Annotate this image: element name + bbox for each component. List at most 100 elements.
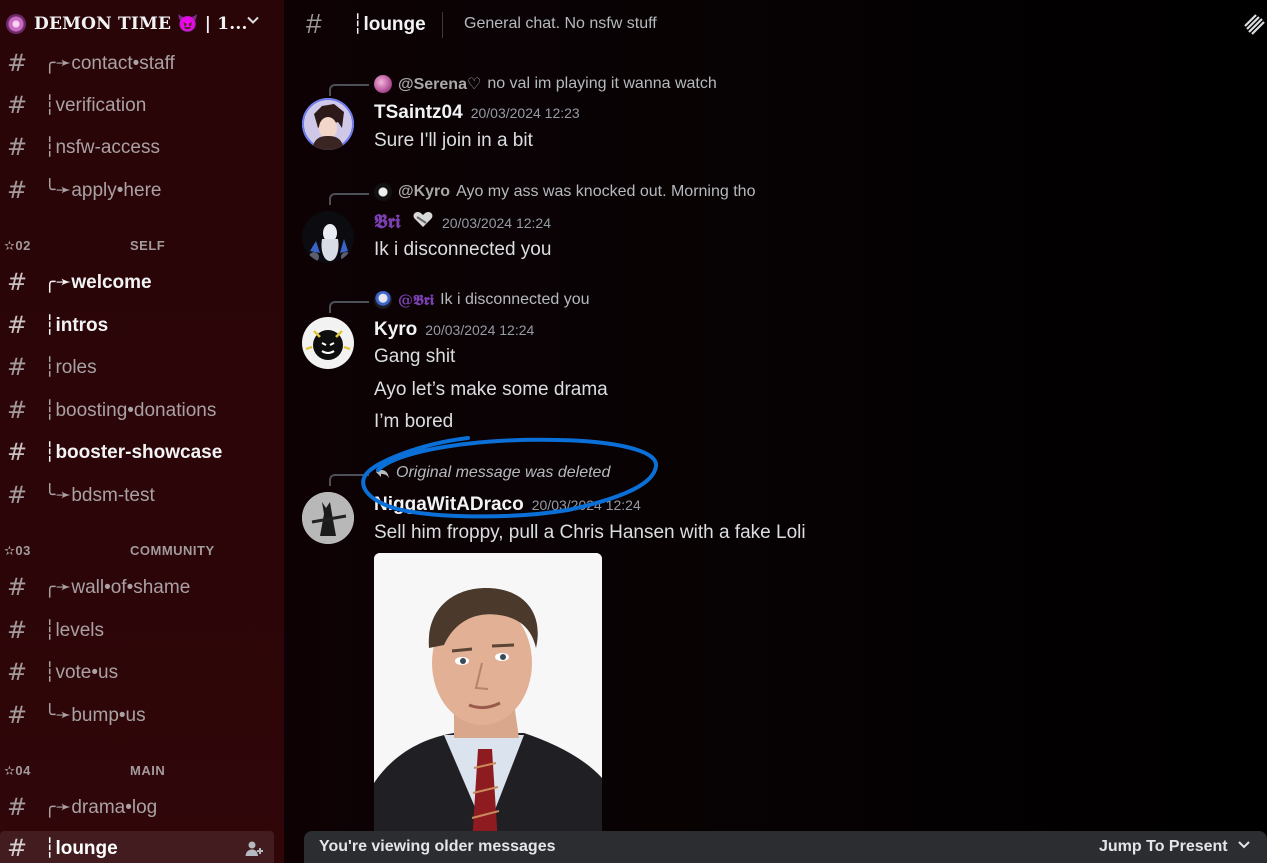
- channel-bdsm-test[interactable]: # ╰➛bdsm-test: [0, 478, 274, 512]
- channel-welcome[interactable]: # ╭➛welcome: [0, 265, 274, 299]
- channel-label: ╰➛apply•here: [44, 179, 162, 201]
- channel-levels[interactable]: # ┆levels: [0, 613, 274, 647]
- hash-icon: #: [6, 658, 28, 686]
- hash-icon: #: [6, 616, 28, 644]
- channel-label: ╭➛welcome: [44, 271, 152, 293]
- hash-icon: #: [6, 793, 28, 821]
- channel-label: ╰➛bdsm-test: [44, 484, 155, 506]
- message-content: Ik i disconnected you: [374, 239, 552, 260]
- channel-drama-log[interactable]: # ╭➛drama•log: [0, 790, 274, 824]
- avatar[interactable]: [302, 211, 354, 263]
- channel-label: ┆boosting•donations: [44, 399, 217, 421]
- channel-label: ┆booster-showcase: [44, 441, 223, 463]
- author-name[interactable]: Kyro: [374, 319, 417, 340]
- older-messages-bar[interactable]: You're viewing older messages Jump To Pr…: [304, 831, 1267, 863]
- hash-icon: #: [6, 701, 28, 729]
- chevron-down-icon[interactable]: [1236, 836, 1252, 857]
- hash-icon: #: [6, 353, 28, 381]
- reply-text: Ayo my ass was knocked out. Morning tho: [456, 183, 756, 200]
- reply-connector: [329, 301, 369, 313]
- category-title: MAIN: [130, 763, 166, 778]
- author-name[interactable]: 𝕭𝖗𝖎: [374, 211, 401, 233]
- category-title: SELF: [130, 238, 166, 253]
- channel-boosting-donations[interactable]: # ┆boosting•donations: [0, 393, 274, 427]
- message-content: Sure I'll join in a bit: [374, 130, 533, 151]
- channel-label: ┆verification: [44, 94, 147, 116]
- hash-icon: #: [6, 91, 28, 119]
- server-header[interactable]: DEMON TIME 😈 | 1...: [0, 0, 284, 48]
- reply-avatar: [374, 183, 392, 201]
- message-content: Gang shit: [374, 346, 456, 367]
- channel-nsfw-access[interactable]: # ┆nsfw-access: [0, 130, 274, 164]
- annotation-circle: [361, 436, 658, 519]
- add-member-icon[interactable]: [244, 839, 264, 859]
- message-content: Ayo let’s make some drama: [374, 379, 608, 400]
- hash-icon: #: [6, 49, 28, 77]
- reply-username[interactable]: @Serena♡: [398, 74, 481, 94]
- channel-label: ┆roles: [44, 356, 97, 378]
- channel-label: ╭➛drama•log: [44, 796, 158, 818]
- hash-icon: #: [6, 133, 28, 161]
- header-divider: [442, 12, 443, 38]
- channel-apply-here[interactable]: # ╰➛apply•here: [0, 173, 274, 207]
- category-self[interactable]: ✫02 SELF: [0, 236, 284, 256]
- reply-reference[interactable]: @Serena♡ no val im playing it wanna watc…: [374, 74, 717, 94]
- channel-contact-staff[interactable]: # ╭➛contact•staff: [0, 46, 274, 80]
- channel-header: # ┆lounge General chat. No nsfw stuff: [284, 0, 1267, 48]
- message-timestamp: 20/03/2024 12:23: [470, 105, 580, 121]
- channel-roles[interactable]: # ┆roles: [0, 350, 274, 384]
- message-author[interactable]: 𝕭𝖗𝖎 20/03/2024 12:24: [374, 211, 551, 235]
- reply-username[interactable]: @Kyro: [398, 183, 450, 201]
- channel-label: ┆nsfw-access: [44, 136, 160, 158]
- category-community[interactable]: ✫03 COMMUNITY: [0, 541, 284, 561]
- channel-wall-of-shame[interactable]: # ╭➛wall•of•shame: [0, 570, 274, 604]
- channel-lounge[interactable]: # ┆lounge: [0, 831, 274, 863]
- jump-to-present-button[interactable]: Jump To Present: [1099, 838, 1228, 856]
- channel-label: ┆vote•us: [44, 661, 119, 683]
- category-main[interactable]: ✫04 MAIN: [0, 761, 284, 781]
- avatar[interactable]: [302, 492, 354, 544]
- avatar[interactable]: [302, 317, 354, 369]
- channel-label: ┆intros: [44, 314, 109, 336]
- channel-topic[interactable]: General chat. No nsfw stuff: [464, 15, 657, 33]
- message-content: I’m bored: [374, 411, 454, 432]
- channel-verification[interactable]: # ┆verification: [0, 88, 274, 122]
- channel-bump-us[interactable]: # ╰➛bump•us: [0, 698, 274, 732]
- message-author[interactable]: Kyro 20/03/2024 12:24: [374, 319, 534, 341]
- reply-connector: [329, 84, 369, 96]
- hash-icon: #: [6, 311, 28, 339]
- hash-icon: #: [6, 834, 28, 862]
- reply-text: no val im playing it wanna watch: [487, 75, 717, 92]
- hash-icon: #: [6, 176, 28, 204]
- threads-icon[interactable]: [1242, 12, 1266, 36]
- avatar[interactable]: [302, 98, 354, 150]
- hash-icon: #: [6, 573, 28, 601]
- author-name[interactable]: TSaintz04: [374, 102, 463, 123]
- older-messages-text: You're viewing older messages: [319, 838, 556, 855]
- image-attachment[interactable]: [374, 553, 602, 843]
- message-timestamp: 20/03/2024 12:24: [441, 215, 551, 232]
- channel-label: ┆levels: [44, 619, 105, 641]
- channel-sidebar: DEMON TIME 😈 | 1... # ╭➛contact•staff # …: [0, 0, 284, 863]
- reply-reference[interactable]: @Kyro Ayo my ass was knocked out. Mornin…: [374, 183, 755, 201]
- server-icon: [6, 14, 26, 34]
- reply-avatar: [374, 291, 392, 309]
- hash-icon: #: [6, 268, 28, 296]
- reply-reference[interactable]: @𝕭𝖗𝖎 Ik i disconnected you: [374, 291, 590, 309]
- channel-label: ┆lounge: [44, 837, 118, 859]
- channel-label: ╭➛wall•of•shame: [44, 576, 191, 598]
- message-author[interactable]: TSaintz04 20/03/2024 12:23: [374, 102, 580, 124]
- heart-badge-icon: [412, 211, 434, 235]
- reply-text: Ik i disconnected you: [440, 291, 590, 308]
- reply-username[interactable]: @𝕭𝖗𝖎: [398, 291, 434, 309]
- hash-icon: #: [306, 8, 322, 39]
- channel-intros[interactable]: # ┆intros: [0, 308, 274, 342]
- channel-label: ╰➛bump•us: [44, 704, 146, 726]
- channel-booster-showcase[interactable]: # ┆booster-showcase: [0, 435, 274, 469]
- channel-label: ╭➛contact•staff: [44, 52, 175, 74]
- chevron-down-icon[interactable]: [243, 12, 263, 32]
- reply-connector: [329, 193, 369, 205]
- category-title: COMMUNITY: [130, 543, 215, 558]
- message-timestamp: 20/03/2024 12:24: [425, 322, 535, 338]
- channel-vote-us[interactable]: # ┆vote•us: [0, 655, 274, 689]
